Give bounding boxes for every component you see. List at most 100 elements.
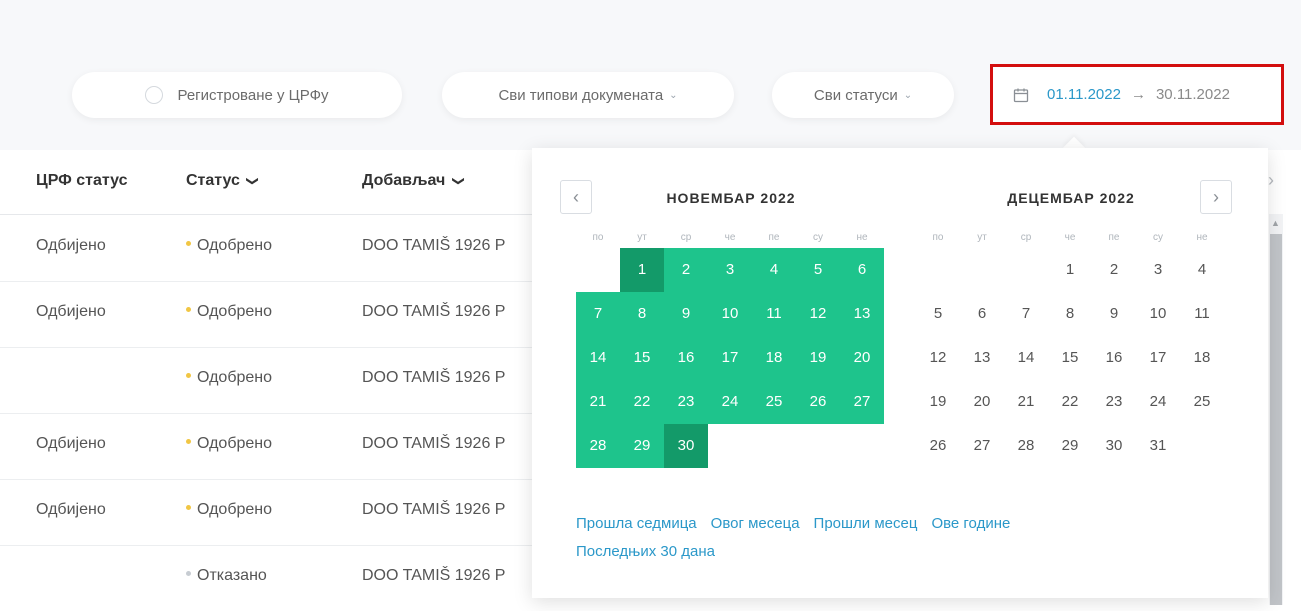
calendar-day[interactable]: 28 [1004, 424, 1048, 468]
chevron-down-icon: ❯ [451, 175, 466, 187]
preset-links: Прошла седмица Овог месеца Прошли месец Ове… [576, 510, 1136, 566]
doc-type-dropdown[interactable]: Сви типови докумената ⌄ [442, 72, 734, 118]
calendar-day[interactable]: 16 [1092, 336, 1136, 380]
calendar-day[interactable]: 20 [840, 336, 884, 380]
calendar-day[interactable]: 27 [840, 380, 884, 424]
calendar-day[interactable]: 13 [960, 336, 1004, 380]
calendar-day[interactable]: 24 [1136, 380, 1180, 424]
scrollbar-thumb[interactable] [1270, 234, 1282, 605]
preset-this-year[interactable]: Ове године [931, 515, 1010, 532]
calendar-day[interactable]: 27 [960, 424, 1004, 468]
table-row[interactable]: Одбијено Одобрено DOO TAMIŠ 1926 P [0, 413, 540, 480]
calendar-day[interactable]: 9 [1092, 292, 1136, 336]
header-supplier[interactable]: Добављач ❯ [362, 172, 466, 190]
calendar-day[interactable]: 19 [916, 380, 960, 424]
preset-last-month[interactable]: Прошли месец [814, 515, 918, 532]
calendar-day[interactable]: 1 [1048, 248, 1092, 292]
calendar-day[interactable]: 14 [1004, 336, 1048, 380]
table-row[interactable]: Одобрено DOO TAMIŠ 1926 P [0, 347, 540, 414]
calendar-day[interactable]: 29 [620, 424, 664, 468]
calendar-day[interactable]: 8 [620, 292, 664, 336]
scroll-up-icon[interactable]: ▲ [1271, 218, 1280, 228]
calendar-day[interactable]: 26 [796, 380, 840, 424]
registered-label: Регистроване у ЦРФу [177, 86, 329, 104]
date-range-picker[interactable]: 01.11.2022 → 30.11.2022 [990, 64, 1284, 125]
calendar-day[interactable]: 21 [576, 380, 620, 424]
registered-filter[interactable]: Регистроване у ЦРФу [72, 72, 402, 118]
status-dot [186, 505, 191, 511]
cell-supplier: DOO TAMIŠ 1926 P [362, 567, 506, 584]
calendar-day[interactable]: 14 [576, 336, 620, 380]
calendar-day[interactable]: 11 [752, 292, 796, 336]
preset-last-week[interactable]: Прошла седмица [576, 515, 697, 532]
calendar-day[interactable]: 17 [1136, 336, 1180, 380]
calendar-day[interactable]: 29 [1048, 424, 1092, 468]
status-dropdown[interactable]: Сви статуси ⌄ [772, 72, 954, 118]
header-crf-status[interactable]: ЦРФ статус [36, 172, 128, 190]
calendar-day[interactable]: 3 [1136, 248, 1180, 292]
calendar-day[interactable]: 11 [1180, 292, 1224, 336]
table-row[interactable]: Одбијено Одобрено DOO TAMIŠ 1926 P [0, 479, 540, 546]
doc-type-label: Сви типови докумената [498, 86, 664, 104]
cell-supplier: DOO TAMIŠ 1926 P [362, 237, 506, 254]
calendar-day[interactable]: 25 [1180, 380, 1224, 424]
calendar-day[interactable]: 23 [664, 380, 708, 424]
table-row[interactable]: Одбијено Одобрено DOO TAMIŠ 1926 P [0, 281, 540, 348]
calendar-day[interactable]: 8 [1048, 292, 1092, 336]
calendar-day[interactable]: 4 [1180, 248, 1224, 292]
calendar-day[interactable]: 7 [576, 292, 620, 336]
calendar-day[interactable]: 28 [576, 424, 620, 468]
calendar-day[interactable]: 22 [1048, 380, 1092, 424]
cell-status-text: Отказано [197, 567, 267, 584]
calendar-day[interactable]: 12 [916, 336, 960, 380]
status-dot [186, 307, 191, 313]
calendar-day[interactable]: 30 [664, 424, 708, 468]
calendar-day[interactable]: 4 [752, 248, 796, 292]
calendar-day[interactable]: 2 [1092, 248, 1136, 292]
preset-this-month[interactable]: Овог месеца [711, 515, 800, 532]
calendar-day[interactable]: 24 [708, 380, 752, 424]
calendar-day[interactable]: 10 [708, 292, 752, 336]
calendar-day[interactable]: 10 [1136, 292, 1180, 336]
date-range-end[interactable]: 30.11.2022 [1156, 86, 1230, 103]
calendar-day[interactable]: 13 [840, 292, 884, 336]
cell-supplier: DOO TAMIŠ 1926 P [362, 435, 506, 452]
calendar-day[interactable]: 15 [620, 336, 664, 380]
calendar-day[interactable]: 16 [664, 336, 708, 380]
calendar-day[interactable]: 1 [620, 248, 664, 292]
calendar-day[interactable]: 5 [796, 248, 840, 292]
calendar-day[interactable]: 30 [1092, 424, 1136, 468]
calendar-day[interactable]: 26 [916, 424, 960, 468]
calendar-day[interactable]: 17 [708, 336, 752, 380]
calendar-day[interactable]: 3 [708, 248, 752, 292]
weekday-label: по [932, 232, 944, 243]
weekday-label: по [592, 232, 604, 243]
calendar-day[interactable]: 19 [796, 336, 840, 380]
registered-radio[interactable] [145, 86, 164, 104]
calendar-day[interactable]: 22 [620, 380, 664, 424]
calendar-day[interactable]: 18 [1180, 336, 1224, 380]
calendar-day[interactable]: 9 [664, 292, 708, 336]
calendar-icon [1013, 88, 1029, 102]
table-row[interactable]: Отказано DOO TAMIŠ 1926 P [0, 545, 540, 611]
calendar-day[interactable]: 2 [664, 248, 708, 292]
preset-last-30-days[interactable]: Последњих 30 дана [576, 543, 715, 560]
calendar-day[interactable]: 25 [752, 380, 796, 424]
calendar-day[interactable]: 5 [916, 292, 960, 336]
table-row[interactable]: Одбијено Одобрено DOO TAMIŠ 1926 P [0, 215, 540, 282]
calendar-day[interactable]: 6 [960, 292, 1004, 336]
calendar-day[interactable]: 15 [1048, 336, 1092, 380]
weekday-label: пе [768, 232, 780, 243]
cell-crf-status: Одбијено [36, 303, 106, 320]
calendar-day[interactable]: 7 [1004, 292, 1048, 336]
header-status[interactable]: Статус ❯ [186, 172, 260, 190]
calendar-day[interactable]: 20 [960, 380, 1004, 424]
calendar-day[interactable]: 21 [1004, 380, 1048, 424]
calendar-day[interactable]: 6 [840, 248, 884, 292]
calendar-day[interactable]: 18 [752, 336, 796, 380]
calendar-day[interactable]: 23 [1092, 380, 1136, 424]
date-range-start[interactable]: 01.11.2022 [1047, 86, 1121, 103]
weekday-label: су [1153, 232, 1163, 243]
calendar-day[interactable]: 12 [796, 292, 840, 336]
calendar-day[interactable]: 31 [1136, 424, 1180, 468]
